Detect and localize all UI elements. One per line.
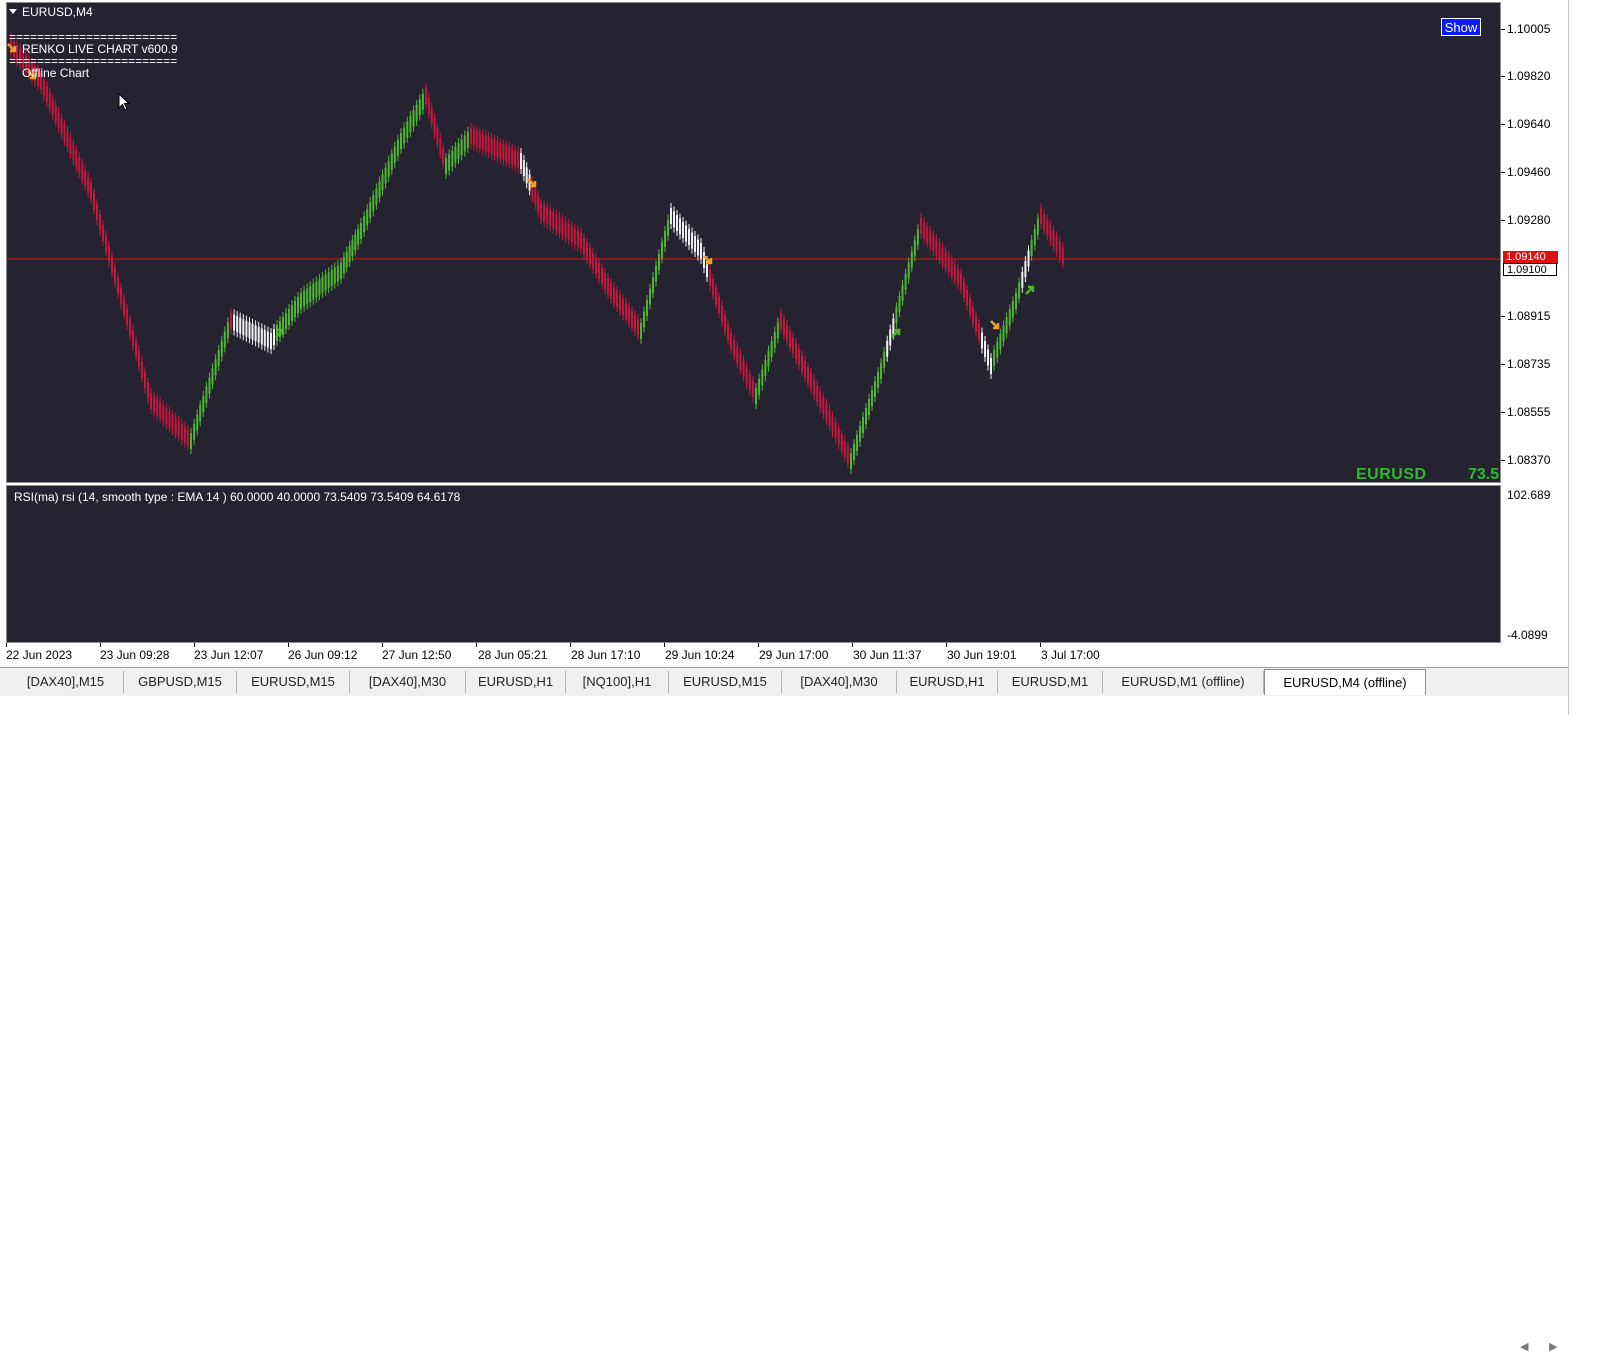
- time-tick: [664, 643, 665, 647]
- time-label: 30 Jun 11:37: [853, 648, 922, 662]
- time-tick: [288, 643, 289, 647]
- price-label: 1.08735: [1507, 357, 1551, 371]
- price-tick: [1501, 412, 1505, 413]
- price-tick: [1501, 172, 1505, 173]
- chart-title[interactable]: EURUSD,M4: [9, 5, 93, 19]
- price-label: 1.08915: [1507, 309, 1551, 323]
- time-label: 30 Jun 19:01: [947, 648, 1017, 662]
- signal-arrows: [7, 43, 1035, 338]
- rsi-scale[interactable]: 102.689 -4.0899: [1501, 485, 1568, 643]
- price-tick: [1501, 124, 1505, 125]
- time-tick: [946, 643, 947, 647]
- tab-nq100-h1[interactable]: [NQ100],H1: [566, 671, 669, 693]
- price-tick: [1501, 460, 1505, 461]
- chart-tab-bar: [DAX40],M15 GBPUSD,M15 EURUSD,M15 [DAX40…: [0, 667, 1568, 1353]
- terminal-window: EURUSD,M4 ======================== RENKO…: [0, 0, 1599, 1353]
- triangle-down-icon[interactable]: [9, 9, 17, 14]
- price-label: 1.08555: [1507, 405, 1551, 419]
- time-tick: [382, 643, 383, 647]
- mouse-cursor-icon: [118, 93, 131, 111]
- time-label: 28 Jun 05:21: [478, 648, 548, 662]
- tab-eurusd-m4-offline[interactable]: EURUSD,M4 (offline): [1264, 669, 1426, 695]
- tab-eurusd-m1-offline[interactable]: EURUSD,M1 (offline): [1103, 671, 1264, 693]
- time-tick: [6, 643, 7, 647]
- tab-eurusd-m15-2[interactable]: EURUSD,M15: [669, 671, 782, 693]
- time-label: 26 Jun 09:12: [288, 648, 358, 662]
- show-button[interactable]: Show: [1441, 18, 1481, 36]
- tab-eurusd-m1[interactable]: EURUSD,M1: [998, 671, 1103, 693]
- tab-eurusd-h1-2[interactable]: EURUSD,H1: [897, 671, 998, 693]
- tab-dax40-m30[interactable]: [DAX40],M30: [350, 671, 466, 693]
- time-axis[interactable]: 22 Jun 2023 23 Jun 09:28 23 Jun 12:07 26…: [0, 643, 1568, 667]
- price-tick: [1501, 220, 1505, 221]
- price-tick: [1501, 29, 1505, 30]
- buy-arrow-icon: [1025, 285, 1035, 295]
- time-label: 29 Jun 17:00: [759, 648, 829, 662]
- time-tick: [570, 643, 571, 647]
- time-tick: [852, 643, 853, 647]
- price-tick: [1501, 364, 1505, 365]
- price-label: 1.09280: [1507, 213, 1551, 227]
- time-label: 23 Jun 12:07: [194, 648, 264, 662]
- chart-title-text: EURUSD,M4: [22, 5, 93, 19]
- sell-arrow-icon: [990, 320, 1000, 330]
- time-label: 3 Jul 17:00: [1041, 648, 1100, 662]
- tab-dax40-m30-2[interactable]: [DAX40],M30: [782, 671, 897, 693]
- rsi-scale-top: 102.689: [1507, 488, 1551, 502]
- tab-dax40-m15[interactable]: [DAX40],M15: [8, 671, 124, 693]
- time-label: 23 Jun 09:28: [100, 648, 170, 662]
- time-label: 29 Jun 10:24: [665, 648, 735, 662]
- time-label: 27 Jun 12:50: [382, 648, 452, 662]
- tab-gbpusd-m15[interactable]: GBPUSD,M15: [124, 671, 237, 693]
- price-label: 1.10005: [1507, 22, 1551, 36]
- time-tick: [758, 643, 759, 647]
- price-label: 1.09640: [1507, 117, 1551, 131]
- time-tick: [100, 643, 101, 647]
- tab-eurusd-m15[interactable]: EURUSD,M15: [237, 671, 350, 693]
- rsi-scale-bottom: -4.0899: [1507, 628, 1548, 642]
- symbol-readout: EURUSD: [1356, 466, 1427, 483]
- time-tick: [194, 643, 195, 647]
- rsi-title: RSI(ma) rsi (14, smooth type : EMA 14 ) …: [14, 490, 461, 504]
- chevron-left-icon[interactable]: ◀: [1520, 1340, 1528, 1353]
- price-label: 1.08370: [1507, 453, 1551, 467]
- time-tick: [476, 643, 477, 647]
- symbol-readout-value: 73.5: [1468, 466, 1500, 483]
- rsi-indicator-panel[interactable]: [6, 485, 1501, 643]
- price-scale[interactable]: 1.10005 1.09820 1.09640 1.09460 1.09280 …: [1501, 2, 1568, 483]
- chevron-right-icon[interactable]: ▶: [1549, 1340, 1557, 1353]
- time-tick: [1040, 643, 1041, 647]
- price-tick: [1501, 76, 1505, 77]
- price-label: 1.09460: [1507, 165, 1551, 179]
- price-label: 1.09820: [1507, 69, 1551, 83]
- overlay-line-4: Offline Chart: [22, 66, 90, 80]
- time-label: 28 Jun 17:10: [571, 648, 641, 662]
- renko-bricks: [10, 33, 1064, 474]
- time-label: 22 Jun 2023: [6, 648, 73, 662]
- bid-price-tag: 1.09100: [1503, 263, 1557, 276]
- right-side-strip: [1568, 0, 1599, 715]
- tab-eurusd-h1[interactable]: EURUSD,H1: [466, 671, 566, 693]
- price-tick: [1501, 316, 1505, 317]
